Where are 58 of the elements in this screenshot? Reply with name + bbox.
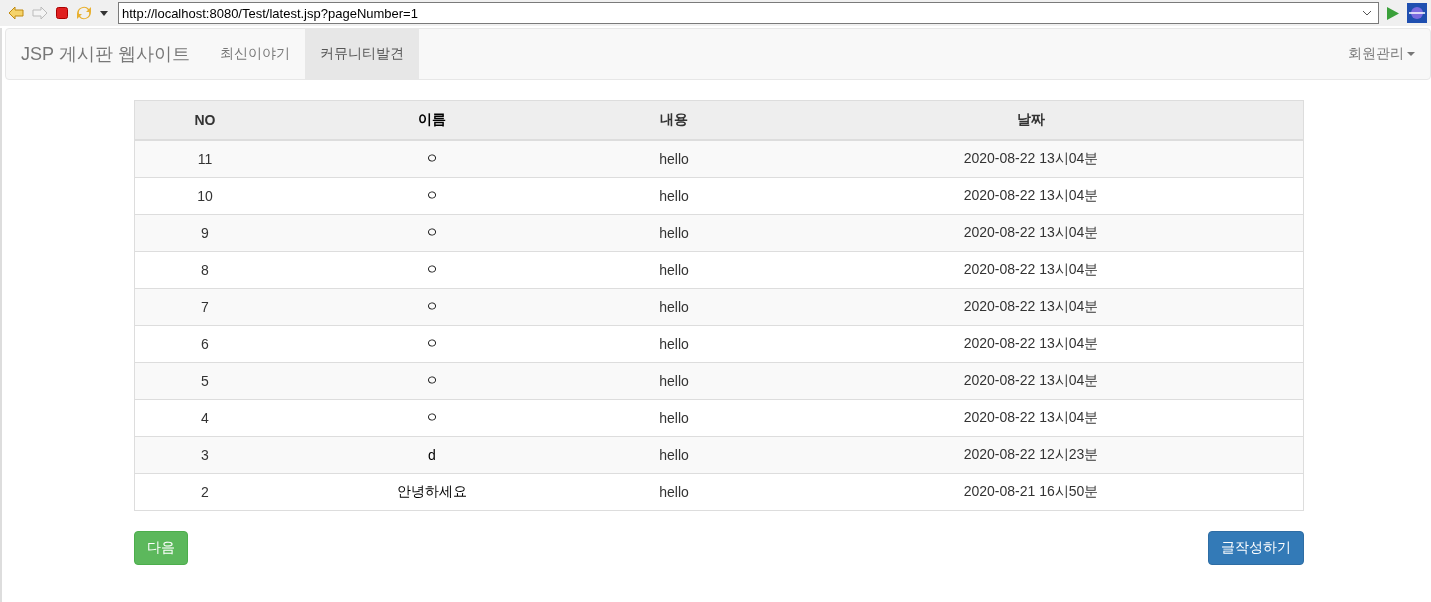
table-cell: hello (589, 140, 759, 178)
go-icon[interactable] (1387, 6, 1399, 20)
table-cell: 2020-08-22 13시04분 (759, 140, 1304, 178)
table-cell: 5 (134, 362, 275, 400)
table-cell: 2 (134, 473, 275, 511)
back-arrow-icon[interactable] (8, 6, 24, 20)
table-cell: hello (589, 177, 759, 215)
table-cell: ㅇ (275, 214, 589, 252)
table-cell: hello (589, 362, 759, 400)
table-cell: hello (589, 325, 759, 363)
column-header: 이름 (275, 100, 589, 140)
chevron-down-icon[interactable] (1362, 10, 1372, 16)
stop-icon[interactable] (56, 7, 68, 19)
globe-icon[interactable] (1407, 3, 1427, 23)
address-field[interactable]: http://localhost:8080/Test/latest.jsp?pageNumber=1 (118, 2, 1379, 24)
table-cell: hello (589, 399, 759, 437)
next-button[interactable]: 다음 (134, 531, 188, 565)
table-cell: ㅇ (275, 140, 589, 178)
table-cell: hello (589, 214, 759, 252)
table-cell: 2020-08-22 13시04분 (759, 251, 1304, 289)
table-cell: hello (589, 288, 759, 326)
table-cell: 11 (134, 140, 275, 178)
table-cell: 2020-08-22 13시04분 (759, 325, 1304, 363)
table-cell: 6 (134, 325, 275, 363)
table-cell: 2020-08-22 13시04분 (759, 214, 1304, 252)
table-cell: 2020-08-22 13시04분 (759, 362, 1304, 400)
table-cell: hello (589, 251, 759, 289)
table-cell: 10 (134, 177, 275, 215)
table-cell: 2020-08-21 16시50분 (759, 473, 1304, 511)
write-button[interactable]: 글작성하기 (1208, 531, 1304, 565)
table-cell: hello (589, 473, 759, 511)
dropdown-caret-icon[interactable] (100, 10, 108, 16)
site-title[interactable]: JSP 게시판 웹사이트 (6, 29, 205, 79)
table-cell: 2020-08-22 13시04분 (759, 399, 1304, 437)
table-cell: ㅇ (275, 362, 589, 400)
table-cell: ㅇ (275, 399, 589, 437)
member-menu[interactable]: 회원관리 (1333, 29, 1430, 79)
table-cell: 2020-08-22 13시04분 (759, 288, 1304, 326)
table-cell: 8 (134, 251, 275, 289)
table-cell: ㅇ (275, 251, 589, 289)
table-cell: 안녕하세요 (275, 473, 589, 511)
table-cell: 7 (134, 288, 275, 326)
table-cell: 2020-08-22 12시23분 (759, 436, 1304, 474)
table-cell: ㅇ (275, 325, 589, 363)
table-cell: 2020-08-22 13시04분 (759, 177, 1304, 215)
table-cell: 9 (134, 214, 275, 252)
column-header: 날짜 (759, 100, 1304, 140)
column-header: NO (134, 100, 275, 140)
nav-tab[interactable]: 커뮤니티발견 (304, 29, 419, 79)
table-cell: d (275, 436, 589, 474)
table-cell: ㅇ (275, 288, 589, 326)
nav-tab[interactable]: 최신이야기 (204, 29, 305, 79)
table-cell: ㅇ (275, 177, 589, 215)
table-cell: hello (589, 436, 759, 474)
table-cell: 4 (134, 399, 275, 437)
caret-icon (1407, 52, 1415, 56)
table-cell: 3 (134, 436, 275, 474)
column-header: 내용 (589, 100, 759, 140)
